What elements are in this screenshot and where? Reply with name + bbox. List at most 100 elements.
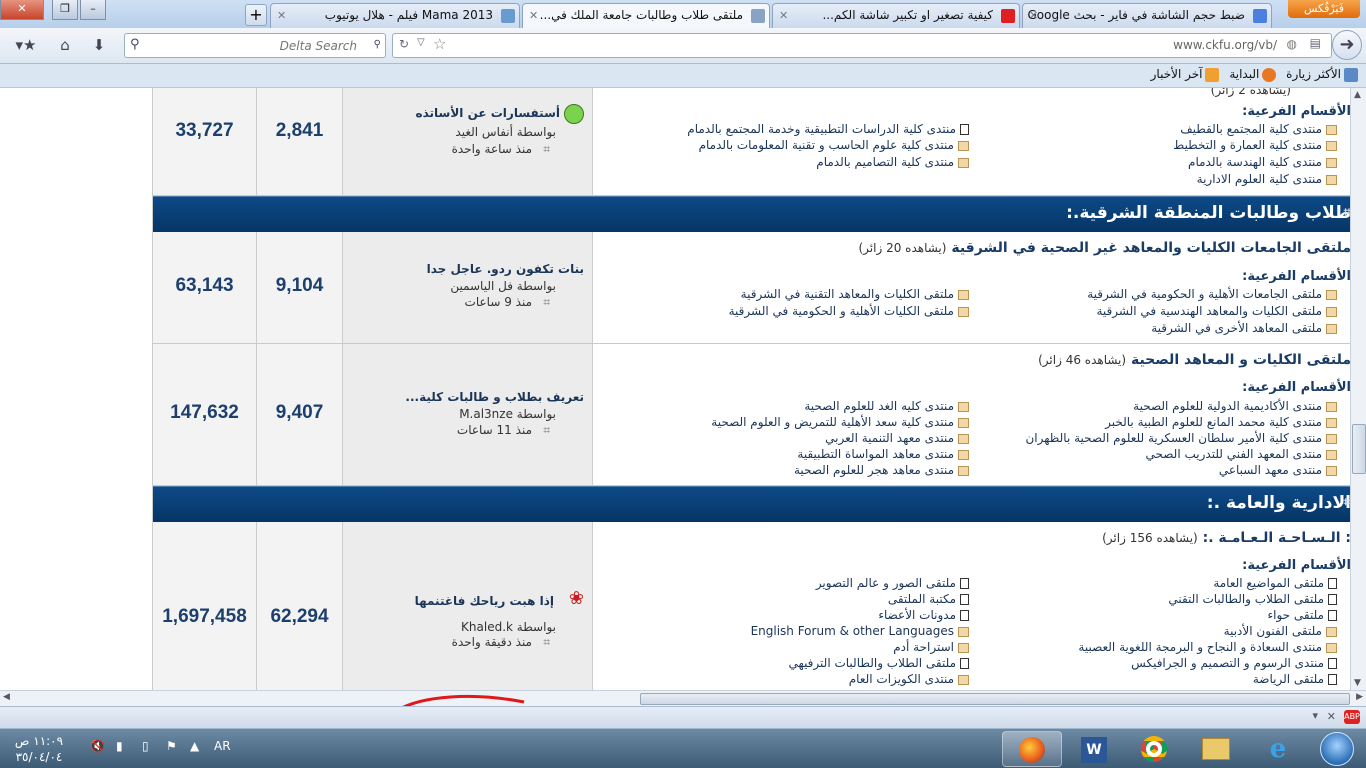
tab-forum[interactable]: ملتقى طلاب وطالبات جامعة الملك في... ✕ <box>522 3 770 29</box>
subforum-link[interactable]: منتدى الأكاديمية الدولية للعلوم الصحية <box>1133 398 1337 414</box>
subforum-link[interactable]: منتدى كلية الدراسات التطبيقية وخدمة المج… <box>687 121 969 137</box>
volume-muted-icon[interactable]: 🔇 <box>90 739 105 753</box>
category-header-admin[interactable]: الادارية والعامة .: ⌗ <box>153 486 1350 522</box>
subforum-link[interactable]: منتدى الكويزات العام <box>849 671 969 687</box>
subforum-link[interactable]: منتدى معهد التنمية العربي <box>825 430 969 446</box>
system-clock[interactable]: ١١:٠٩ ص ٣٥/٠٤/٠٤ <box>14 733 64 765</box>
url-bar[interactable]: ↻ ▽ ☆ www.ckfu.org/vb/ ◍ ▤ <box>392 33 1332 58</box>
go-forward-icon[interactable]: ➜ <box>1332 30 1362 60</box>
tab-youtube[interactable]: Mama 2013 فيلم - هلال يوتيوب ✕ <box>270 3 520 28</box>
start-button[interactable] <box>1310 731 1364 767</box>
reload-icon[interactable]: ↻ <box>399 37 409 51</box>
adblock-icon[interactable]: ABP <box>1344 710 1360 724</box>
subforum-link[interactable]: ملتقى المواضيع العامة <box>1213 575 1337 591</box>
taskbar-firefox[interactable] <box>1002 731 1062 767</box>
subforum-link[interactable]: منتدى معاهد المواساة التطبيقية <box>797 446 969 462</box>
tab-close-icon[interactable]: ✕ <box>779 4 788 27</box>
subforum-link[interactable]: ملتقى الكليات والمعاهد التقنية في الشرقي… <box>741 286 969 302</box>
subforum-link[interactable]: منتدى الرسوم و التصميم و الجرافيكس <box>1131 655 1337 671</box>
subforum-link[interactable]: منتدى معهد السباعي <box>1219 462 1337 478</box>
subforum-link[interactable]: ملتقى الطلاب والطالبات التقني <box>1168 591 1337 607</box>
collapse-icon[interactable]: ⌗ <box>161 495 1350 510</box>
last-post-title[interactable]: أستفسارات عن الأساتذه <box>416 106 560 120</box>
firefox-menu-button[interactable]: فَيَرْفُكس <box>1288 0 1360 18</box>
subforum-link[interactable]: منتدى معاهد هجر للعلوم الصحية <box>794 462 969 478</box>
goto-post-icon[interactable]: ⌗ <box>543 142 550 157</box>
tab-google-search[interactable]: ضبط حجم الشاشة في فاير - بحث Google ✕ <box>1022 3 1272 28</box>
taskbar-chrome[interactable] <box>1124 731 1184 767</box>
goto-post-icon[interactable]: ⌗ <box>543 635 550 650</box>
reader-icon[interactable]: ▤ <box>1310 36 1321 50</box>
forum-title[interactable]: : الـسـاحـة الـعـامـة .: (يشاهده 156 زائ… <box>1102 530 1350 546</box>
scroll-left-icon[interactable]: ◀ <box>3 692 10 702</box>
horizontal-scrollbar[interactable]: ◀ ▶ <box>0 690 1366 706</box>
network-signal-icon[interactable]: ▮ <box>116 739 123 753</box>
scroll-down-icon[interactable]: ▼ <box>1354 678 1361 688</box>
bookmark-menu-icon[interactable]: ▾★ <box>8 34 44 56</box>
forum-title[interactable]: ملتقى الكليات و المعاهد الصحية (يشاهده 4… <box>1038 352 1350 368</box>
category-header-eastern[interactable]: طلاب وطالبات المنطقة الشرقية.: ⌗ <box>153 196 1350 232</box>
goto-post-icon[interactable]: ⌗ <box>543 295 550 310</box>
last-post-title[interactable]: إذا هبت رياحك فاغتنمها <box>415 594 554 608</box>
subforum-link[interactable]: منتدى كليه الغد للعلوم الصحية <box>804 398 969 414</box>
subforum-link[interactable]: منتدى كلية المجتمع بالقطيف <box>1180 121 1337 137</box>
subforum-link[interactable]: منتدى كلية العمارة و التخطيط <box>1173 137 1337 153</box>
subforum-link[interactable]: منتدى كلية محمد المانع للعلوم الطبية بال… <box>1105 414 1337 430</box>
bookmark-getting-started[interactable]: البداية <box>1229 67 1277 82</box>
scroll-right-icon[interactable]: ▶ <box>1356 692 1363 702</box>
search-input[interactable] <box>147 37 357 54</box>
bookmark-most-visited[interactable]: الأكثر زيارة <box>1286 67 1358 82</box>
taskbar-ie[interactable]: e <box>1248 731 1308 767</box>
subforum-link[interactable]: English Forum & other Languages <box>751 623 969 639</box>
battery-icon[interactable]: ▯ <box>142 739 149 753</box>
subforum-link[interactable]: منتدى كلية الهندسة بالدمام <box>1188 154 1337 170</box>
subforum-link[interactable]: ملتقى الرياضة <box>1253 671 1337 687</box>
history-dropdown-icon[interactable]: ▽ <box>417 37 425 48</box>
subforum-link[interactable]: مكتبة الملتقى <box>888 591 969 607</box>
tab-close-icon[interactable]: ✕ <box>1029 4 1038 27</box>
subforum-link[interactable]: ملتقى الفنون الأدبية <box>1224 623 1337 639</box>
tab-youtube-resize[interactable]: كيفية تصغير او تكبير شاشة الكم... ✕ <box>772 3 1020 28</box>
subforum-link[interactable]: مدونات الأعضاء <box>878 607 969 623</box>
window-restore-button[interactable]: ❐ <box>52 0 78 20</box>
subforum-link[interactable]: ملتقى الصور و عالم التصوير <box>816 575 969 591</box>
subforum-link[interactable]: منتدى السعادة و النجاح و البرمجة اللغوية… <box>1078 639 1337 655</box>
bookmark-star-icon[interactable]: ☆ <box>433 35 446 53</box>
horizontal-scroll-thumb[interactable] <box>640 693 1350 705</box>
subforum-link[interactable]: ملتقى حواء <box>1267 607 1337 623</box>
site-identity-icon[interactable]: ◍ <box>1287 37 1297 51</box>
vertical-scrollbar[interactable]: ▲ ▼ <box>1350 88 1366 690</box>
subforum-link[interactable]: منتدى كلية سعد الأهلية للتمريض و العلوم … <box>711 414 969 430</box>
taskbar-word[interactable]: W <box>1064 731 1124 767</box>
bookmark-latest-news[interactable]: آخر الأخبار <box>1151 67 1220 82</box>
addon-dropdown-icon[interactable]: ▾ <box>1312 709 1318 722</box>
subforum-link[interactable]: ملتقى الجامعات الأهلية و الحكومية في الش… <box>1087 286 1337 302</box>
subforum-link[interactable]: ملتقى الطلاب والطالبات الترفيهي <box>789 655 969 671</box>
tab-close-icon[interactable]: ✕ <box>529 4 538 27</box>
download-icon[interactable]: ⬇ <box>88 34 110 56</box>
taskbar-explorer[interactable] <box>1186 731 1246 767</box>
scroll-up-icon[interactable]: ▲ <box>1354 90 1361 100</box>
window-minimize-button[interactable]: – <box>80 0 106 20</box>
subforum-link[interactable]: منتدى كلية التصاميم بالدمام <box>816 154 969 170</box>
subforum-link[interactable]: استراحة أدم <box>893 639 969 655</box>
forum-title[interactable]: ملتقى الجامعات الكليات والمعاهد غير الصح… <box>858 240 1350 256</box>
subforum-link[interactable]: منتدى كلية الأمير سلطان العسكرية للعلوم … <box>1025 430 1337 446</box>
action-center-icon[interactable]: ⚑ <box>166 739 177 753</box>
vertical-scroll-thumb[interactable] <box>1352 424 1366 474</box>
last-post-title[interactable]: تعريف بطلاب و طالبات كلية... <box>405 390 584 404</box>
subforum-link[interactable]: ملتقى المعاهد الأخرى في الشرقية <box>1151 320 1337 336</box>
subforum-link[interactable]: منتدى كلية العلوم الادارية <box>1197 171 1337 187</box>
new-tab-button[interactable]: + <box>245 4 267 26</box>
search-go-icon[interactable]: ⚲ <box>374 39 381 50</box>
search-box[interactable]: ⚲ ⚲ <box>124 33 386 58</box>
last-post-title[interactable]: بنات تكفون ردو. عاجل جدا <box>427 262 584 276</box>
goto-post-icon[interactable]: ⌗ <box>543 423 550 438</box>
home-icon[interactable]: ⌂ <box>54 34 76 56</box>
subforum-link[interactable]: ملتقى الكليات الأهلية و الحكومية في الشر… <box>729 303 969 319</box>
subforum-link[interactable]: منتدى المعهد الفني للتدريب الصحي <box>1146 446 1337 462</box>
subforum-link[interactable]: ملتقى الكليات والمعاهد الهندسية في الشرق… <box>1096 303 1337 319</box>
show-hidden-icons[interactable]: ▲ <box>190 739 199 753</box>
window-close-button[interactable]: ✕ <box>0 0 44 20</box>
language-indicator[interactable]: AR <box>214 739 231 753</box>
